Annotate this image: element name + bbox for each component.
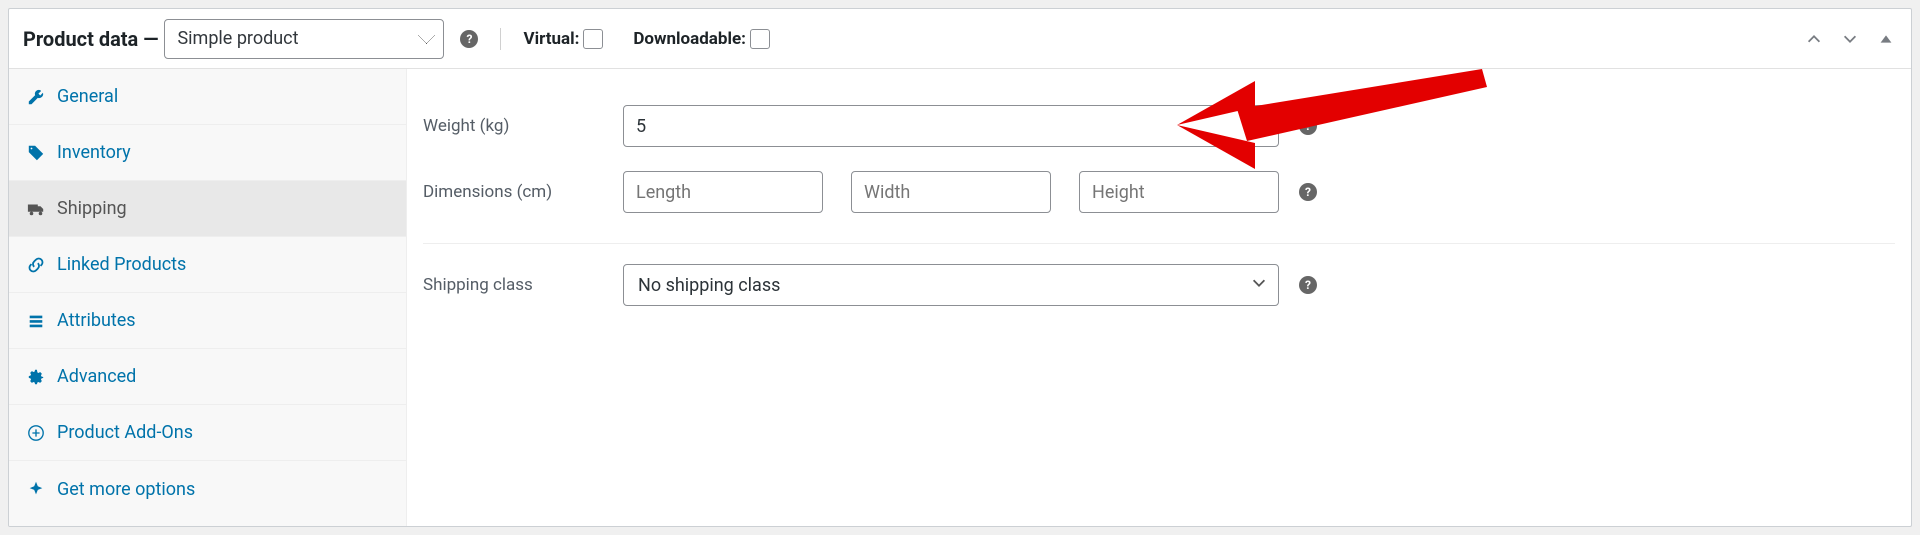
sidebar-item-label: Shipping — [57, 198, 127, 219]
weight-label: Weight (kg) — [423, 116, 623, 136]
tag-icon — [27, 144, 45, 162]
shipping-class-select[interactable]: No shipping class — [623, 264, 1279, 306]
sidebar-item-label: Get more options — [57, 479, 195, 500]
list-icon — [27, 312, 45, 330]
weight-input[interactable] — [623, 105, 1279, 147]
sidebar-item-label: General — [57, 86, 118, 107]
width-input[interactable] — [851, 171, 1051, 213]
help-icon[interactable]: ? — [1299, 276, 1317, 294]
triangle-up-icon — [1877, 30, 1895, 48]
link-icon — [27, 256, 45, 274]
weight-row: Weight (kg) ? — [423, 93, 1895, 159]
height-input[interactable] — [1079, 171, 1279, 213]
plus-circle-icon — [27, 424, 45, 442]
sidebar-item-advanced[interactable]: Advanced — [9, 349, 406, 405]
length-input[interactable] — [623, 171, 823, 213]
product-data-header: Product data — Simple product ? Virtual:… — [9, 9, 1911, 69]
virtual-checkbox[interactable] — [583, 29, 603, 49]
downloadable-checkbox[interactable] — [750, 29, 770, 49]
sidebar-item-label: Advanced — [57, 366, 136, 387]
shipping-class-row: Shipping class No shipping class ? — [423, 252, 1895, 318]
dimensions-row: Dimensions (cm) ? — [423, 159, 1895, 244]
product-data-tabs: General Inventory Shipping Linked Produc… — [9, 69, 407, 526]
panel-down-button[interactable] — [1839, 28, 1861, 50]
product-data-panel: Product data — Simple product ? Virtual:… — [8, 8, 1912, 527]
panel-header-controls — [1803, 28, 1897, 50]
chevron-down-icon — [1841, 30, 1859, 48]
sidebar-item-get-more-options[interactable]: Get more options — [9, 461, 406, 517]
panel-up-button[interactable] — [1803, 28, 1825, 50]
product-type-select[interactable]: Simple product — [164, 19, 444, 59]
sparkle-icon — [27, 480, 45, 498]
wrench-icon — [27, 88, 45, 106]
panel-title: Product data — — [23, 27, 158, 51]
help-icon[interactable]: ? — [460, 30, 478, 48]
gear-icon — [27, 368, 45, 386]
downloadable-checkbox-label[interactable]: Downloadable: — [633, 29, 770, 49]
sidebar-item-inventory[interactable]: Inventory — [9, 125, 406, 181]
dimensions-label: Dimensions (cm) — [423, 182, 623, 202]
help-icon[interactable]: ? — [1299, 117, 1317, 135]
virtual-label-text: Virtual: — [523, 29, 579, 49]
sidebar-item-attributes[interactable]: Attributes — [9, 293, 406, 349]
sidebar-item-shipping[interactable]: Shipping — [9, 181, 406, 237]
help-icon[interactable]: ? — [1299, 183, 1317, 201]
sidebar-item-product-add-ons[interactable]: Product Add-Ons — [9, 405, 406, 461]
chevron-up-icon — [1805, 30, 1823, 48]
panel-collapse-button[interactable] — [1875, 28, 1897, 50]
chevron-down-icon — [1250, 274, 1268, 297]
shipping-class-selected: No shipping class — [638, 275, 780, 296]
panel-body: General Inventory Shipping Linked Produc… — [9, 69, 1911, 526]
downloadable-label-text: Downloadable: — [633, 29, 746, 49]
truck-icon — [27, 200, 45, 218]
divider — [500, 28, 501, 50]
sidebar-item-label: Linked Products — [57, 254, 186, 275]
shipping-panel: Weight (kg) ? Dimensions (cm) ? Shipping… — [407, 69, 1911, 526]
sidebar-item-label: Inventory — [57, 142, 131, 163]
sidebar-item-label: Attributes — [57, 310, 136, 331]
virtual-checkbox-label[interactable]: Virtual: — [523, 29, 603, 49]
sidebar-item-linked-products[interactable]: Linked Products — [9, 237, 406, 293]
sidebar-item-general[interactable]: General — [9, 69, 406, 125]
sidebar-item-label: Product Add-Ons — [57, 422, 193, 443]
shipping-class-label: Shipping class — [423, 275, 623, 295]
